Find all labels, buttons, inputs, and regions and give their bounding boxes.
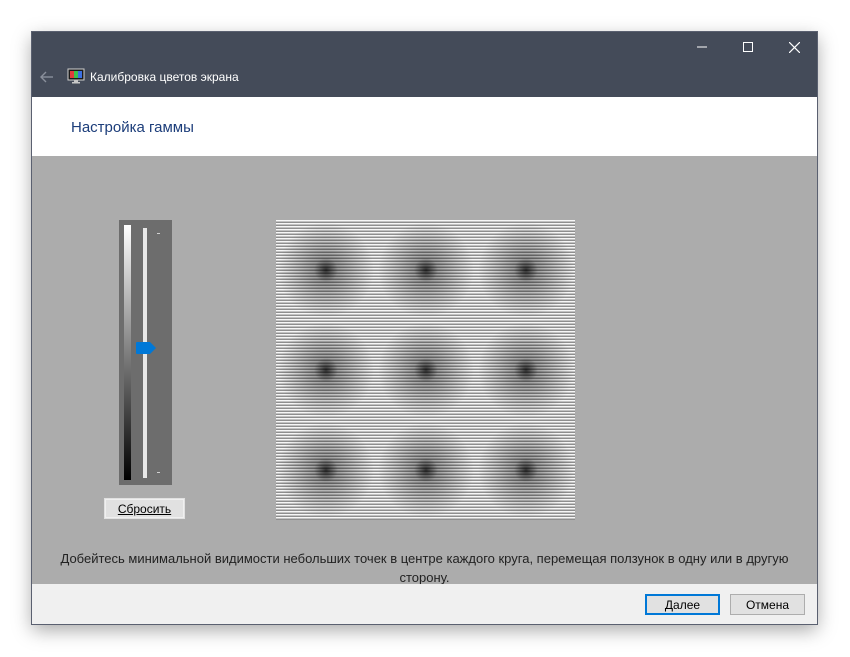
- brightness-gradient-bar: [124, 225, 131, 480]
- minimize-button[interactable]: [679, 32, 725, 62]
- page-header: Настройка гаммы: [32, 97, 817, 156]
- gamma-circles: [278, 222, 574, 518]
- back-arrow-icon[interactable]: [38, 68, 56, 86]
- reset-button[interactable]: Сбросить: [103, 497, 186, 520]
- gamma-slider[interactable]: [119, 220, 172, 485]
- color-calibration-icon: [67, 68, 85, 84]
- page-title: Настройка гаммы: [71, 119, 194, 136]
- slider-thumb[interactable]: [136, 342, 156, 354]
- close-button[interactable]: [771, 32, 817, 62]
- gamma-test-pattern: [276, 220, 575, 520]
- close-icon: [788, 41, 800, 53]
- slider-tick-bottom: [157, 472, 160, 473]
- maximize-icon: [743, 42, 753, 52]
- footer-bar: Далее Отмена: [32, 584, 817, 624]
- window-title: Калибровка цветов экрана: [90, 70, 239, 84]
- cancel-button[interactable]: Отмена: [730, 594, 805, 615]
- maximize-button[interactable]: [725, 32, 771, 62]
- instruction-text: Добейтесь минимальной видимости небольши…: [60, 551, 789, 584]
- title-bar[interactable]: Калибровка цветов экрана: [32, 32, 817, 97]
- gamma-content: Сбросить Добейтесь минимальной видимости…: [32, 156, 817, 584]
- slider-tick-top: [157, 233, 160, 234]
- calibration-window: Калибровка цветов экрана Настройка гаммы…: [32, 32, 817, 624]
- next-button[interactable]: Далее: [645, 594, 720, 615]
- minimize-icon: [697, 46, 707, 48]
